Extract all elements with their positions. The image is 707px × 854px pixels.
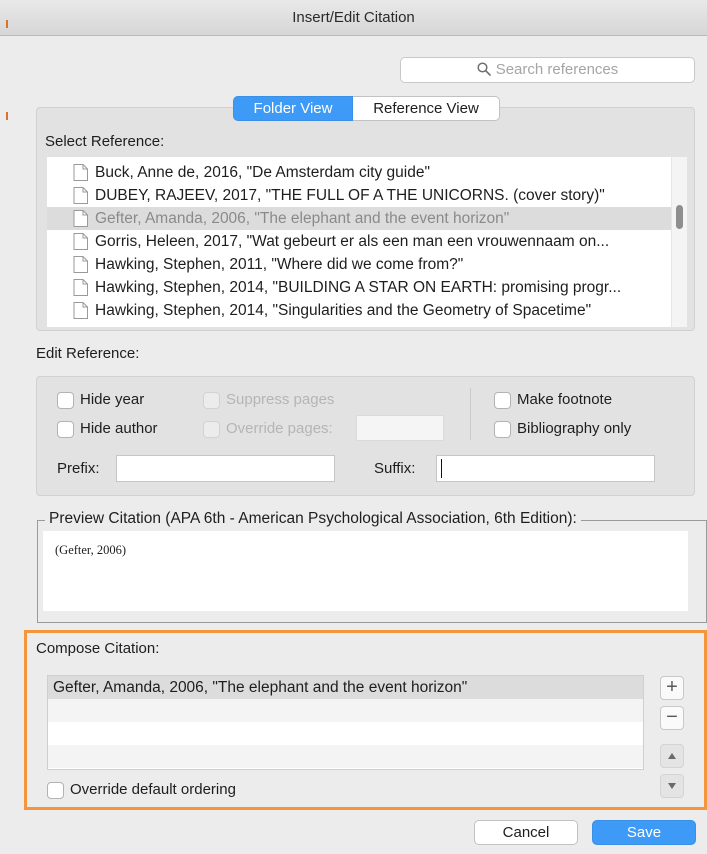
document-icon bbox=[73, 302, 88, 319]
move-down-button[interactable] bbox=[660, 774, 684, 798]
compose-citation-list[interactable]: Gefter, Amanda, 2006, "The elephant and … bbox=[47, 675, 644, 770]
document-icon bbox=[73, 164, 88, 181]
search-references-input[interactable]: Search references bbox=[400, 57, 695, 83]
compose-citation-label: Compose Citation: bbox=[36, 640, 160, 657]
document-icon bbox=[73, 187, 88, 204]
reference-text: Hawking, Stephen, 2011, "Where did we co… bbox=[95, 256, 464, 273]
document-icon bbox=[73, 233, 88, 250]
minus-icon: − bbox=[666, 706, 678, 728]
reference-list-item[interactable]: Gorris, Heleen, 2017, "Wat gebeurt er al… bbox=[47, 230, 671, 253]
reference-list-item[interactable]: Buck, Anne de, 2016, "De Amsterdam city … bbox=[47, 161, 671, 184]
window-edge-mark bbox=[6, 20, 8, 28]
compose-list-empty-row bbox=[48, 722, 643, 745]
suffix-label: Suffix: bbox=[374, 460, 416, 477]
triangle-down-icon bbox=[668, 783, 676, 789]
select-reference-label: Select Reference: bbox=[45, 133, 165, 150]
reference-text: Hawking, Stephen, 2014, "Singularities a… bbox=[95, 302, 592, 319]
preview-citation-legend: Preview Citation (APA 6th - American Psy… bbox=[45, 510, 581, 528]
suppress-pages-checkbox[interactable] bbox=[203, 392, 220, 409]
reference-list-item[interactable]: Hawking, Stephen, 2014, "Singularities a… bbox=[47, 299, 671, 322]
reference-list-scrollbar[interactable] bbox=[671, 157, 687, 327]
document-icon bbox=[73, 279, 88, 296]
prefix-label: Prefix: bbox=[57, 460, 100, 477]
reference-text: Hawking, Stephen, 2014, "BUILDING A STAR… bbox=[95, 279, 622, 296]
compose-item-text: Gefter, Amanda, 2006, "The elephant and … bbox=[53, 679, 468, 696]
triangle-up-icon bbox=[668, 753, 676, 759]
text-caret bbox=[441, 459, 442, 478]
bibliography-only-checkbox[interactable] bbox=[494, 421, 511, 438]
plus-icon: + bbox=[666, 676, 678, 698]
window-title-bar: Insert/Edit Citation bbox=[0, 0, 707, 36]
make-footnote-checkbox[interactable] bbox=[494, 392, 511, 409]
document-icon bbox=[73, 210, 88, 227]
cancel-button[interactable]: Cancel bbox=[474, 820, 578, 845]
reference-text: Gorris, Heleen, 2017, "Wat gebeurt er al… bbox=[95, 233, 610, 250]
override-pages-field[interactable] bbox=[356, 415, 444, 441]
move-up-button[interactable] bbox=[660, 744, 684, 768]
override-ordering-checkbox[interactable] bbox=[47, 782, 64, 799]
save-button[interactable]: Save bbox=[592, 820, 696, 845]
reference-text: DUBEY, RAJEEV, 2017, "THE FULL OF A THE … bbox=[95, 187, 605, 204]
compose-list-item[interactable]: Gefter, Amanda, 2006, "The elephant and … bbox=[48, 676, 643, 699]
window-edge-mark bbox=[6, 112, 8, 120]
reference-text: Gefter, Amanda, 2006, "The elephant and … bbox=[95, 210, 510, 227]
suffix-field[interactable] bbox=[436, 455, 655, 482]
reference-list-item[interactable]: Hawking, Stephen, 2011, "Where did we co… bbox=[47, 253, 671, 276]
make-footnote-label: Make footnote bbox=[517, 391, 613, 408]
compose-list-empty-row bbox=[48, 745, 643, 768]
preview-citation-text: (Gefter, 2006) bbox=[55, 543, 126, 557]
hide-author-checkbox[interactable] bbox=[57, 421, 74, 438]
override-ordering-label: Override default ordering bbox=[70, 781, 236, 798]
search-placeholder: Search references bbox=[495, 61, 619, 78]
reference-text: Buck, Anne de, 2016, "De Amsterdam city … bbox=[95, 164, 430, 181]
folder-view-tab[interactable]: Folder View bbox=[233, 96, 353, 121]
reference-list-item[interactable]: Hawking, Stephen, 2014, "BUILDING A STAR… bbox=[47, 276, 671, 299]
reference-list-item[interactable]: DUBEY, RAJEEV, 2017, "THE FULL OF A THE … bbox=[47, 184, 671, 207]
bibliography-only-label: Bibliography only bbox=[517, 420, 632, 437]
hide-year-checkbox[interactable] bbox=[57, 392, 74, 409]
hide-year-label: Hide year bbox=[80, 391, 145, 408]
reference-list-item-selected[interactable]: Gefter, Amanda, 2006, "The elephant and … bbox=[47, 207, 671, 230]
reference-list[interactable]: Buck, Anne de, 2016, "De Amsterdam city … bbox=[47, 157, 687, 327]
window-title: Insert/Edit Citation bbox=[292, 9, 415, 26]
scrollbar-thumb[interactable] bbox=[676, 205, 683, 229]
override-pages-label: Override pages: bbox=[226, 420, 333, 437]
preview-citation-box: (Gefter, 2006) bbox=[43, 531, 688, 611]
hide-author-label: Hide author bbox=[80, 420, 158, 437]
remove-citation-button[interactable]: − bbox=[660, 706, 684, 730]
document-icon bbox=[73, 256, 88, 273]
override-pages-checkbox[interactable] bbox=[203, 421, 220, 438]
suppress-pages-label: Suppress pages bbox=[226, 391, 335, 408]
edit-reference-label: Edit Reference: bbox=[36, 345, 140, 362]
search-icon bbox=[477, 62, 491, 76]
prefix-field[interactable] bbox=[116, 455, 335, 482]
add-citation-button[interactable]: + bbox=[660, 676, 684, 700]
compose-list-empty-row bbox=[48, 699, 643, 722]
edit-reference-divider bbox=[470, 388, 471, 440]
reference-view-tab[interactable]: Reference View bbox=[353, 96, 500, 121]
